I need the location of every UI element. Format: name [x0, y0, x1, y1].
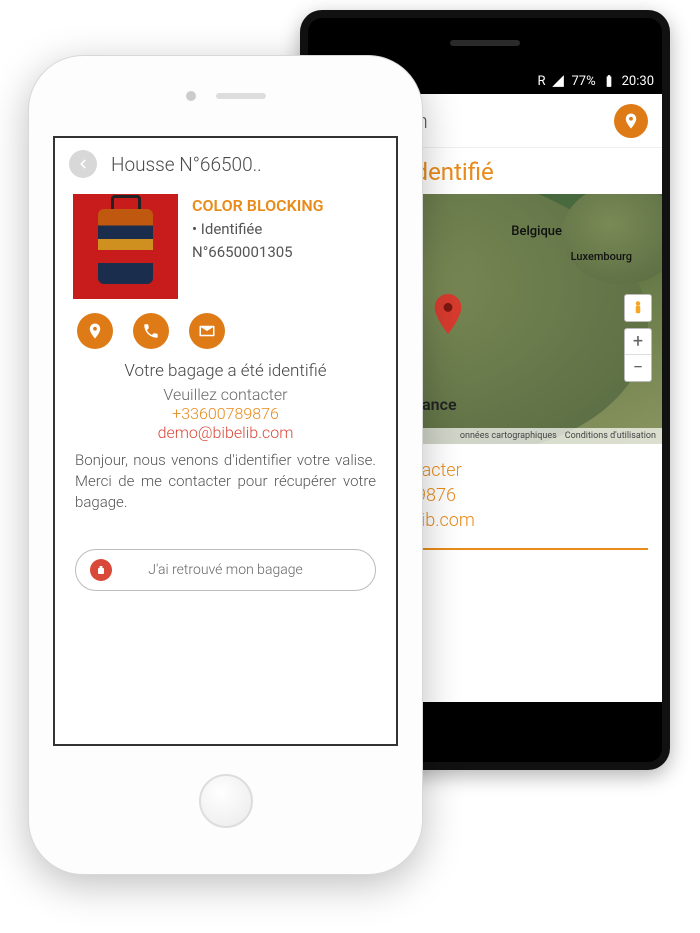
luggage-icon — [90, 559, 112, 581]
action-bar — [57, 309, 394, 361]
found-baggage-button[interactable]: J'ai retrouvé mon bagage — [75, 549, 376, 591]
product-row: COLOR BLOCKING • Identifiée N°6650001305 — [57, 188, 394, 309]
phone-icon — [142, 322, 160, 340]
iphone-frame: Housse N°66500.. COLOR BLOCKING • Identi… — [28, 55, 423, 875]
back-button[interactable] — [69, 150, 97, 178]
found-button-label: J'ai retrouvé mon bagage — [148, 562, 303, 578]
message-block: Votre bagage a été identifié Veuillez co… — [57, 361, 394, 513]
chevron-left-icon — [76, 157, 90, 171]
product-name: COLOR BLOCKING — [192, 194, 378, 218]
battery-percent: 77% — [571, 74, 595, 89]
mail-icon — [198, 322, 216, 340]
product-status: • Identifiée — [192, 218, 378, 241]
locate-button[interactable] — [77, 313, 113, 349]
map-marker[interactable] — [428, 294, 468, 338]
zoom-out-button[interactable]: − — [625, 355, 651, 381]
product-number: N°6650001305 — [192, 241, 378, 264]
message-phone[interactable]: +33600789876 — [75, 404, 376, 423]
home-button[interactable] — [199, 774, 253, 828]
signal-icon — [551, 74, 565, 88]
message-sub: Veuillez contacter — [75, 385, 376, 404]
map-label-luxembourg: Luxembourg — [571, 250, 632, 263]
battery-icon — [602, 74, 616, 88]
call-button[interactable] — [133, 313, 169, 349]
clock: 20:30 — [622, 74, 654, 89]
zoom-control: + − — [624, 328, 652, 382]
iphone-screen: Housse N°66500.. COLOR BLOCKING • Identi… — [53, 136, 398, 746]
message-email[interactable]: demo@bibelib.com — [75, 423, 376, 442]
message-title: Votre bagage a été identifié — [75, 361, 376, 381]
pin-icon — [86, 322, 104, 340]
zoom-in-button[interactable]: + — [625, 329, 651, 355]
map-label-belgique: Belgique — [511, 224, 562, 239]
email-button[interactable] — [189, 313, 225, 349]
roaming-indicator: R — [537, 74, 545, 89]
product-image — [73, 194, 178, 299]
pin-icon — [622, 112, 640, 130]
locate-button[interactable] — [614, 104, 648, 138]
pegman-button[interactable] — [624, 294, 652, 322]
page-title: Housse N°66500.. — [111, 153, 382, 176]
message-body: Bonjour, nous venons d'identifier votre … — [75, 450, 376, 513]
map-credits-data[interactable]: onnées cartographiques — [460, 431, 557, 441]
map-credits-terms[interactable]: Conditions d'utilisation — [565, 431, 656, 441]
